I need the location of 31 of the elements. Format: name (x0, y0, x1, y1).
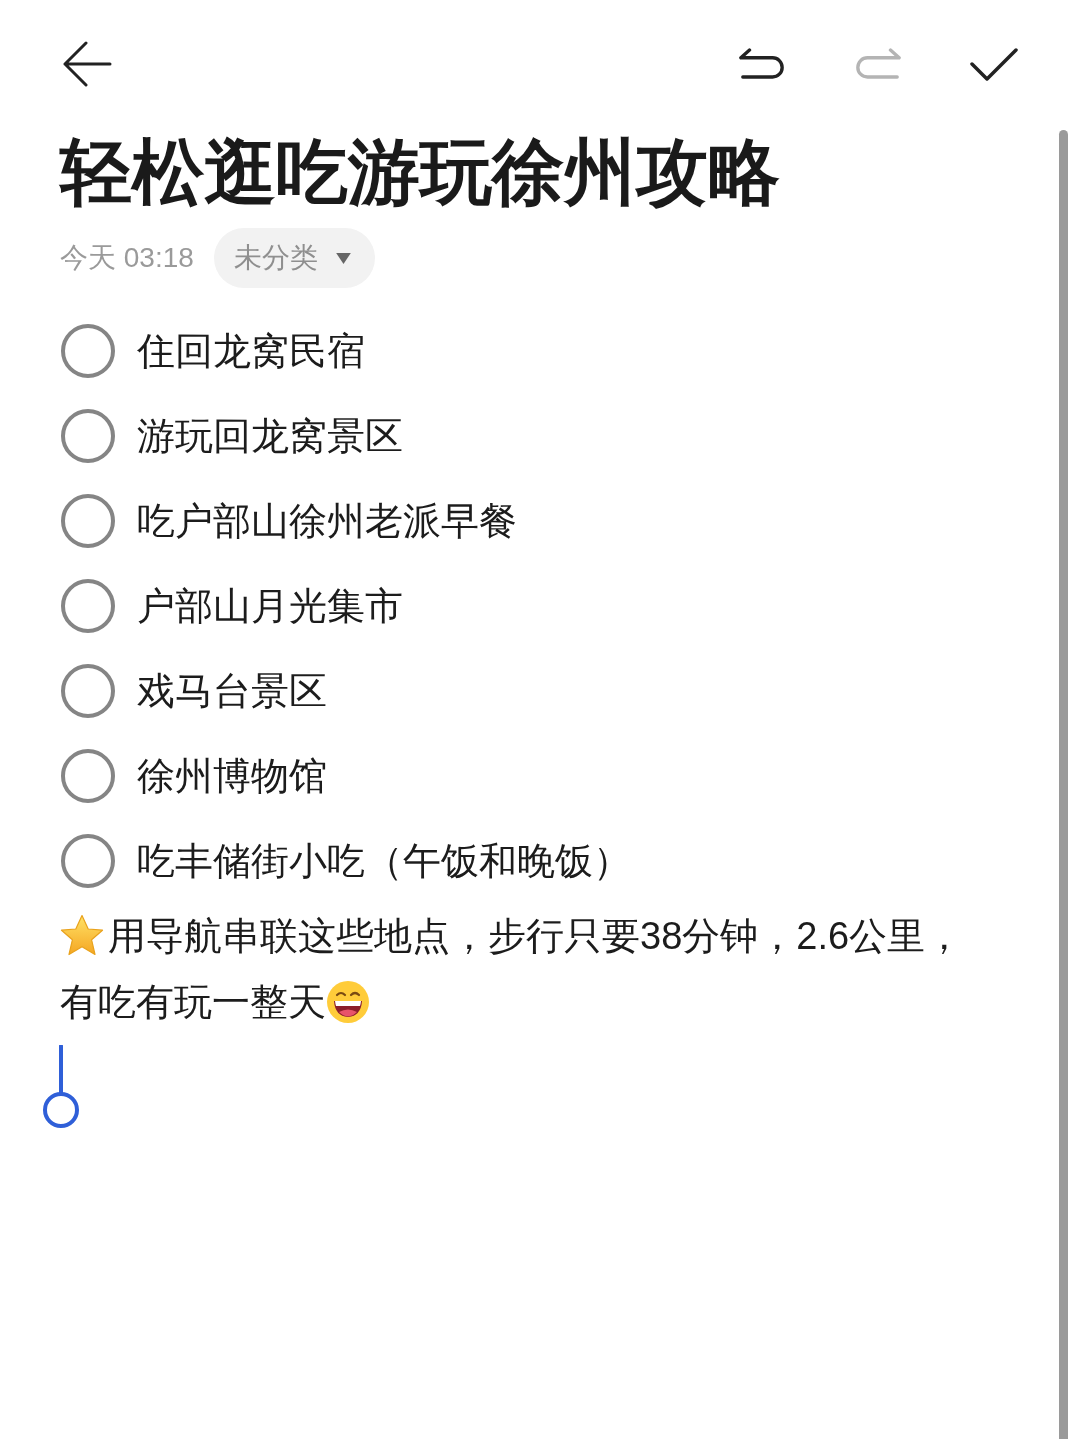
note-text: 有吃有玩一整天 (60, 980, 326, 1025)
star-icon (60, 914, 104, 958)
checkbox[interactable] (61, 493, 115, 548)
checklist-item-text: 户部山月光集市 (137, 583, 403, 629)
checkmark-icon (970, 47, 1018, 81)
cursor-handle-icon[interactable] (41, 1045, 81, 1129)
timestamp: 今天 03:18 (60, 241, 194, 275)
checkbox[interactable] (61, 578, 115, 633)
checklist-item-text: 吃户部山徐州老派早餐 (137, 498, 517, 544)
note-title: 轻松逛吃游玩徐州攻略 (60, 131, 780, 214)
checkbox[interactable] (61, 748, 115, 803)
redo-icon (854, 47, 902, 81)
undo-button[interactable] (738, 47, 786, 81)
checkbox[interactable] (61, 323, 115, 378)
caret-icon (335, 252, 351, 264)
note-text: 用导航串联这些地点，步行只要38分钟，2.6公里， (108, 914, 964, 959)
scroll-bar[interactable] (1059, 130, 1068, 1439)
checklist-item-text: 吃丰储街小吃（午饭和晚饭） (137, 838, 631, 884)
checklist-item-text: 戏马台景区 (137, 668, 327, 714)
checklist-item-text: 徐州博物馆 (137, 753, 327, 799)
category-dropdown[interactable]: 未分类 (213, 228, 375, 288)
back-button[interactable] (62, 41, 112, 87)
checkbox[interactable] (61, 663, 115, 718)
checkbox[interactable] (61, 833, 115, 888)
checklist-item-text: 游玩回龙窝景区 (137, 413, 403, 459)
checkbox[interactable] (61, 408, 115, 463)
checklist-item-text: 住回龙窝民宿 (137, 328, 365, 374)
undo-icon (738, 47, 786, 81)
grinning-face-icon (326, 980, 370, 1024)
back-arrow-icon (62, 41, 112, 87)
done-button[interactable] (970, 47, 1018, 81)
